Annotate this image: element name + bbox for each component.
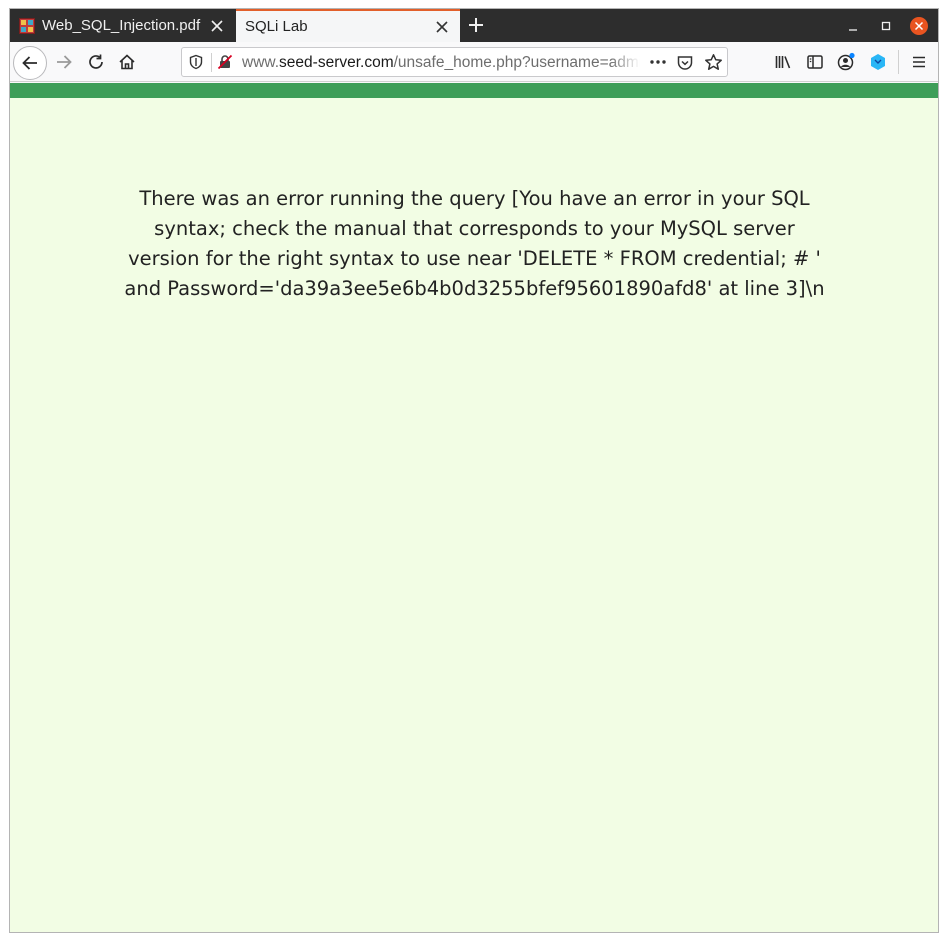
account-button[interactable] <box>835 51 857 73</box>
url-domain: seed-server.com <box>279 54 394 71</box>
plus-icon <box>469 18 483 32</box>
pdf-icon <box>19 17 35 34</box>
close-icon[interactable] <box>209 18 225 34</box>
insecure-lock-icon[interactable] <box>217 54 233 70</box>
toolbar-separator <box>898 50 899 74</box>
tab-pdf[interactable]: Web_SQL_Injection.pdf <box>10 9 235 42</box>
extension-icon[interactable] <box>867 51 889 73</box>
arrow-right-icon <box>57 55 72 69</box>
url-bar[interactable]: www.seed-server.com/unsafe_home.php?user… <box>181 47 728 77</box>
url-path: /unsafe_home.php?username=admin <box>393 54 640 71</box>
sidebar-icon <box>807 55 823 69</box>
query-error-message: There was an error running the query [Yo… <box>124 187 825 300</box>
pocket-icon[interactable] <box>676 54 694 72</box>
forward-button[interactable] <box>53 51 75 73</box>
url-separator <box>211 53 212 72</box>
tab-sqli-lab[interactable]: SQLi Lab <box>236 9 460 42</box>
maximize-button[interactable] <box>877 17 895 35</box>
new-tab-button[interactable] <box>466 15 486 35</box>
reload-icon <box>89 54 103 69</box>
browser-window: Web_SQL_Injection.pdf SQLi Lab www.seed-… <box>9 8 939 933</box>
home-icon <box>119 54 135 70</box>
library-button[interactable] <box>772 51 794 73</box>
close-icon[interactable] <box>434 19 450 35</box>
tab-strip: Web_SQL_Injection.pdf SQLi Lab <box>10 9 938 42</box>
tab-title: Web_SQL_Injection.pdf <box>42 17 201 34</box>
navigation-toolbar: www.seed-server.com/unsafe_home.php?user… <box>10 42 938 82</box>
sidebar-button[interactable] <box>804 51 826 73</box>
reload-button[interactable] <box>85 51 107 73</box>
url-text[interactable]: www.seed-server.com/unsafe_home.php?user… <box>242 54 640 72</box>
hamburger-icon <box>913 56 925 68</box>
header-bar <box>10 83 938 98</box>
url-prefix: www. <box>242 54 280 71</box>
home-button[interactable] <box>116 51 138 73</box>
arrow-left-icon <box>22 56 37 70</box>
shield-icon[interactable] <box>188 54 204 70</box>
page-content: There was an error running the query [Yo… <box>10 83 938 932</box>
account-icon <box>837 52 855 71</box>
window-close-button[interactable] <box>910 17 928 35</box>
more-options-icon[interactable] <box>648 53 668 71</box>
bookmark-star-icon[interactable] <box>704 53 723 72</box>
library-icon <box>775 56 791 69</box>
back-button[interactable] <box>13 46 47 80</box>
menu-button[interactable] <box>908 51 930 73</box>
minimize-button[interactable] <box>844 17 862 35</box>
tab-title: SQLi Lab <box>245 18 308 35</box>
